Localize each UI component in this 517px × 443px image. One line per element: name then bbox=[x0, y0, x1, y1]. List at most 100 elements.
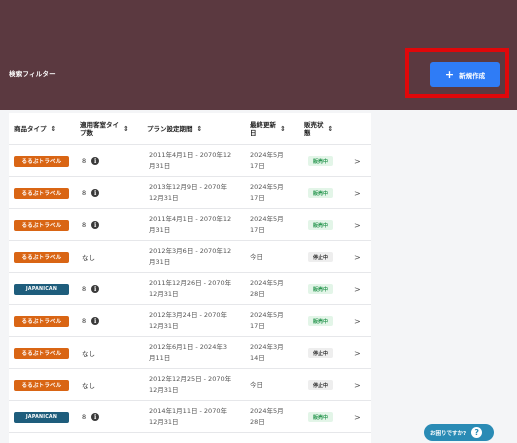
column-header-product-type[interactable]: 商品タイプ ⇕ bbox=[14, 113, 56, 145]
plan-table: 商品タイプ ⇕ 適用客室タイ プ数 ⇕ プラン設定期間 ⇕ 最終更新 日 ⇕ 販売状 態… bbox=[9, 113, 371, 443]
plan-period-value: 2012年3月24日 - 2070年 12月31日 bbox=[149, 311, 227, 330]
product-type-cell: るるぶトラベル bbox=[14, 241, 69, 273]
table-row[interactable]: るるぶトラベル 8 i 2011年4月1日 - 2070年12 月31日 2024年5月… bbox=[9, 209, 371, 241]
plan-period-cell: 2011年4月1日 - 2070年12 月31日 bbox=[149, 209, 231, 241]
plan-period-cell: 2013年12月9日 - 2070年 12月31日 bbox=[149, 177, 227, 209]
product-type-badge: るるぶトラベル bbox=[14, 251, 69, 263]
info-icon[interactable]: i bbox=[91, 317, 100, 325]
last-updated-value: 2024年5月 28日 bbox=[250, 407, 284, 426]
last-updated-cell: 今日 bbox=[250, 241, 263, 273]
column-header-label: プラン設定期間 bbox=[147, 125, 193, 133]
chevron-right-icon[interactable]: > bbox=[354, 189, 361, 198]
plan-period-value: 2012年3月6日 - 2070年12 月31日 bbox=[149, 247, 232, 266]
chevron-right-icon[interactable]: > bbox=[354, 381, 361, 390]
status-badge: 停止中 bbox=[308, 252, 333, 262]
column-header-sales-status[interactable]: 販売状 態 ⇕ bbox=[304, 113, 333, 145]
product-type-cell: JAPANICAN bbox=[14, 273, 69, 305]
room-count: 8 bbox=[82, 317, 87, 325]
info-icon[interactable]: i bbox=[91, 285, 100, 293]
chevron-right-icon[interactable]: > bbox=[354, 157, 361, 166]
column-header-plan-period[interactable]: プラン設定期間 ⇕ bbox=[147, 113, 202, 145]
table-row[interactable]: るるぶトラベル 8 i 2011年4月1日 - 2070年12 月31日 2024年5月… bbox=[9, 145, 371, 177]
sales-status-cell: 停止中 bbox=[308, 369, 333, 401]
info-icon[interactable]: i bbox=[91, 157, 100, 165]
help-button[interactable]: お困りですか? ? bbox=[424, 424, 494, 441]
room-types-cell: 8i bbox=[82, 177, 100, 209]
last-updated-cell: 2024年3月 14日 bbox=[250, 337, 284, 369]
column-header-last-updated[interactable]: 最終更新 日 ⇕ bbox=[250, 113, 286, 145]
row-chevron-cell: > bbox=[354, 241, 361, 273]
product-type-badge: るるぶトラベル bbox=[14, 187, 69, 199]
last-updated-cell: 2024年5月 28日 bbox=[250, 401, 284, 433]
chevron-right-icon[interactable]: > bbox=[354, 285, 361, 294]
column-header-room-types[interactable]: 適用客室タイ プ数 ⇕ bbox=[80, 113, 129, 145]
product-type-cell: るるぶトラベル bbox=[14, 369, 69, 401]
room-types-cell: なし bbox=[82, 337, 95, 369]
room-types-value: なし bbox=[82, 252, 95, 262]
sort-icon: ⇕ bbox=[196, 125, 203, 133]
chevron-right-icon[interactable]: > bbox=[354, 253, 361, 262]
highlight-box bbox=[405, 48, 509, 98]
status-badge: 販売中 bbox=[308, 220, 333, 230]
table-row[interactable]: るるぶトラベル 8 i 2013年12月9日 - 2070年 12月31日 2024年5… bbox=[9, 177, 371, 209]
last-updated-cell: 2024年5月 17日 bbox=[250, 145, 284, 177]
sort-icon: ⇕ bbox=[327, 125, 334, 133]
chevron-right-icon[interactable]: > bbox=[354, 317, 361, 326]
table-row[interactable]: るるぶトラベル なし 2012年3月6日 - 2070年12 月31日 今日 停止中 > bbox=[9, 241, 371, 273]
last-updated-cell: 2024年5月 17日 bbox=[250, 177, 284, 209]
last-updated-value: 今日 bbox=[250, 252, 263, 261]
room-count: 8 bbox=[82, 285, 87, 293]
plan-period-cell: 2012年6月1日 - 2024年3 月11日 bbox=[149, 337, 227, 369]
column-header-label: 最終更新 日 bbox=[250, 121, 276, 137]
chevron-right-icon[interactable]: > bbox=[354, 349, 361, 358]
info-icon[interactable]: i bbox=[91, 189, 100, 197]
sales-status-cell: 販売中 bbox=[308, 273, 333, 305]
room-types-value: 8i bbox=[82, 189, 100, 197]
chevron-right-icon[interactable]: > bbox=[354, 221, 361, 230]
info-icon[interactable]: i bbox=[91, 221, 100, 229]
last-updated-value: 2024年5月 28日 bbox=[250, 279, 284, 298]
sales-status-cell: 販売中 bbox=[308, 401, 333, 433]
plan-period-value: 2011年4月1日 - 2070年12 月31日 bbox=[149, 215, 232, 234]
search-filter-label[interactable]: 検索フィルター bbox=[9, 68, 56, 78]
product-type-cell: るるぶトラベル bbox=[14, 209, 69, 241]
sales-status-cell: 販売中 bbox=[308, 177, 333, 209]
sales-status-cell: 停止中 bbox=[308, 337, 333, 369]
table-row[interactable]: JAPANICAN 8 i 2014年1月11日 - 2070年 12月31日 2024… bbox=[9, 401, 371, 433]
plan-period-cell: 2012年12月25日 - 2070年 12月31日 bbox=[149, 369, 231, 401]
last-updated-cell: 2024年5月 17日 bbox=[250, 209, 284, 241]
room-types-value: 8i bbox=[82, 317, 100, 325]
room-types-value: なし bbox=[82, 380, 95, 390]
plan-period-value: 2012年6月1日 - 2024年3 月11日 bbox=[149, 343, 227, 362]
status-badge: 停止中 bbox=[308, 348, 333, 358]
plan-period-cell: 2012年3月24日 - 2070年 12月31日 bbox=[149, 305, 227, 337]
product-type-badge: JAPANICAN bbox=[14, 411, 69, 423]
plan-period-cell: 2012年3月6日 - 2070年12 月31日 bbox=[149, 241, 231, 273]
column-header-label: 販売状 態 bbox=[304, 121, 324, 137]
plan-period-value: 2011年4月1日 - 2070年12 月31日 bbox=[149, 151, 232, 170]
plan-period-value: 2014年1月11日 - 2070年 12月31日 bbox=[149, 407, 227, 426]
status-badge: 販売中 bbox=[308, 188, 333, 198]
room-count: 8 bbox=[82, 157, 87, 165]
info-icon[interactable]: i bbox=[91, 413, 100, 421]
chevron-right-icon[interactable]: > bbox=[354, 413, 361, 422]
row-chevron-cell: > bbox=[354, 177, 361, 209]
table-row[interactable]: るるぶトラベル なし 2012年6月1日 - 2024年3 月11日 2024年3月 … bbox=[9, 337, 371, 369]
table-row[interactable]: るるぶトラベル 8 i 2012年3月24日 - 2070年 12月31日 2024年5… bbox=[9, 305, 371, 337]
product-type-badge: るるぶトラベル bbox=[14, 219, 69, 231]
room-count: 8 bbox=[82, 221, 87, 229]
table-row[interactable]: JAPANICAN 8 i 2011年12月26日 - 2070年 12月31日 202… bbox=[9, 273, 371, 305]
room-count: 8 bbox=[82, 189, 87, 197]
sort-icon: ⇕ bbox=[123, 125, 129, 133]
product-type-cell: JAPANICAN bbox=[14, 401, 69, 433]
last-updated-value: 2024年5月 17日 bbox=[250, 215, 284, 234]
last-updated-value: 2024年5月 17日 bbox=[250, 183, 284, 202]
row-chevron-cell: > bbox=[354, 401, 361, 433]
sales-status-cell: 停止中 bbox=[308, 241, 333, 273]
row-chevron-cell: > bbox=[354, 337, 361, 369]
table-row[interactable]: るるぶトラベル なし 2012年12月25日 - 2070年 12月31日 今日 停止中… bbox=[9, 369, 371, 401]
sort-icon: ⇕ bbox=[50, 125, 57, 133]
table-header-row: 商品タイプ ⇕ 適用客室タイ プ数 ⇕ プラン設定期間 ⇕ 最終更新 日 ⇕ 販売状 態… bbox=[9, 113, 371, 145]
product-type-badge: るるぶトラベル bbox=[14, 347, 69, 359]
room-types-value: 8i bbox=[82, 413, 100, 421]
